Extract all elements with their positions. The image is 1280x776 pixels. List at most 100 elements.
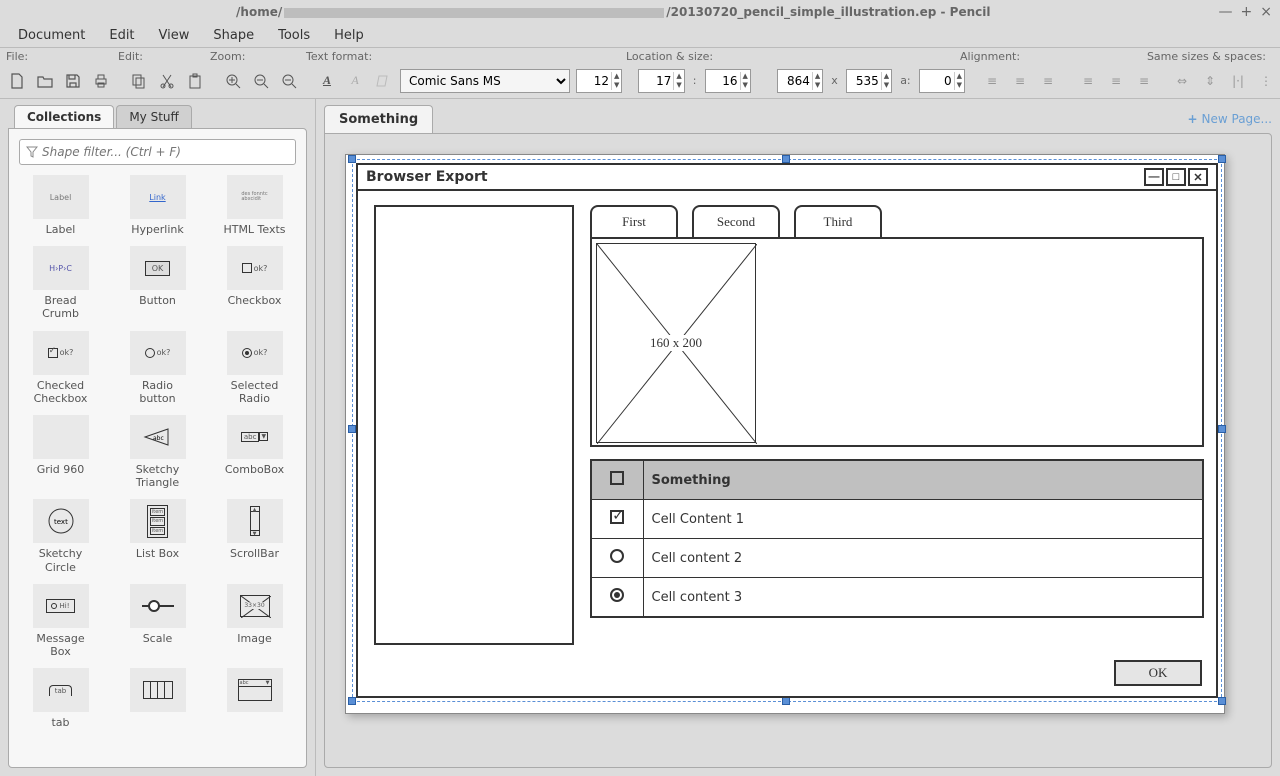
minimize-icon[interactable]: —: [1219, 4, 1233, 20]
shape-item[interactable]: Scale: [112, 584, 203, 658]
resize-handle[interactable]: [782, 697, 790, 705]
shape-label: HTML Texts: [223, 223, 285, 236]
same-height-icon[interactable]: ⇕: [1199, 70, 1221, 92]
shape-label: Label: [46, 223, 76, 236]
shape-item[interactable]: OKButton: [112, 246, 203, 320]
shape-item[interactable]: ▲▼ScrollBar: [209, 499, 300, 573]
shape-label: Radio button: [123, 379, 193, 405]
dist-v-icon[interactable]: ⋮: [1255, 70, 1277, 92]
size-w-input[interactable]: ▲▼: [777, 69, 823, 93]
save-file-icon[interactable]: [62, 70, 84, 92]
shape-item[interactable]: Hi!Message Box: [15, 584, 106, 658]
mock-minimize-icon: —: [1144, 168, 1164, 186]
shape-item[interactable]: Label Label: [15, 175, 106, 236]
align-top-icon[interactable]: ≡: [1077, 70, 1099, 92]
resize-handle[interactable]: [348, 155, 356, 163]
shape-item[interactable]: ok?Selected Radio: [209, 331, 300, 405]
zoom-reset-icon[interactable]: [250, 70, 272, 92]
print-icon[interactable]: [90, 70, 112, 92]
shape-label: Sketchy Circle: [26, 547, 96, 573]
resize-handle[interactable]: [782, 155, 790, 163]
resize-handle[interactable]: [1218, 425, 1226, 433]
svg-text:text: text: [54, 518, 68, 526]
shape-item[interactable]: ok?Checkbox: [209, 246, 300, 320]
shape-thumb: itemitemitem: [130, 499, 186, 543]
cut-icon[interactable]: [156, 70, 178, 92]
tab-collections[interactable]: Collections: [14, 105, 114, 128]
tab-mystuff[interactable]: My Stuff: [116, 105, 191, 128]
shape-item[interactable]: ✓ok?Checked Checkbox: [15, 331, 106, 405]
shape-thumb: abc▼: [227, 668, 283, 712]
resize-handle[interactable]: [348, 697, 356, 705]
shape-item[interactable]: des fonntcabxcidit HTML Texts: [209, 175, 300, 236]
open-file-icon[interactable]: [34, 70, 56, 92]
menu-document[interactable]: Document: [8, 26, 95, 45]
text-underline-icon[interactable]: [372, 70, 394, 92]
shape-label: Hyperlink: [131, 223, 184, 236]
mockup-left-panel: [374, 205, 574, 645]
close-icon[interactable]: ×: [1260, 4, 1272, 20]
angle-input[interactable]: ▲▼: [919, 69, 965, 93]
shape-label: Message Box: [26, 632, 96, 658]
shape-thumb: ok?: [227, 246, 283, 290]
resize-handle[interactable]: [348, 425, 356, 433]
shape-thumb: tab: [33, 668, 89, 712]
zoom-out-icon[interactable]: [278, 70, 300, 92]
align-middle-icon[interactable]: ≡: [1105, 70, 1127, 92]
shape-label: Image: [237, 632, 271, 645]
shape-item[interactable]: itemitemitemList Box: [112, 499, 203, 573]
shape-thumb: Label: [33, 175, 89, 219]
mockup-tab-third: Third: [794, 205, 882, 237]
shape-item[interactable]: ok?Radio button: [112, 331, 203, 405]
shape-item[interactable]: abc▼ComboBox: [209, 415, 300, 489]
shape-filter-input[interactable]: [42, 145, 289, 159]
align-left-icon[interactable]: ≡: [981, 70, 1003, 92]
align-center-icon[interactable]: ≡: [1009, 70, 1031, 92]
loc-x-input[interactable]: ▲▼: [638, 69, 684, 93]
copy-icon[interactable]: [128, 70, 150, 92]
new-page-button[interactable]: + New Page...: [1187, 112, 1272, 126]
resize-handle[interactable]: [1218, 697, 1226, 705]
canvas-viewport[interactable]: Browser Export — □ ✕ First Second Third: [324, 133, 1272, 768]
menu-edit[interactable]: Edit: [99, 26, 144, 45]
mockup-image-placeholder: 160 x 200: [596, 243, 756, 443]
mockup-cell: Cell content 2: [643, 539, 1203, 578]
new-file-icon[interactable]: [6, 70, 28, 92]
shape-thumb: des fonntcabxcidit: [227, 175, 283, 219]
font-size-input[interactable]: ▲▼: [576, 69, 622, 93]
page-tab[interactable]: Something: [324, 105, 433, 133]
shape-item[interactable]: abcSketchy Triangle: [112, 415, 203, 489]
menu-view[interactable]: View: [149, 26, 200, 45]
align-right-icon[interactable]: ≡: [1037, 70, 1059, 92]
mockup-window[interactable]: Browser Export — □ ✕ First Second Third: [356, 163, 1218, 698]
shapes-panel: LabelLabelLinkHyperlinkdes fonntcabxcidi…: [9, 175, 306, 767]
dist-h-icon[interactable]: |·|: [1227, 70, 1249, 92]
shape-item[interactable]: abc▼: [209, 668, 300, 729]
shape-item[interactable]: tabtab: [15, 668, 106, 729]
zoom-in-icon[interactable]: [222, 70, 244, 92]
maximize-icon[interactable]: +: [1241, 4, 1253, 20]
shape-item[interactable]: 33×30Image: [209, 584, 300, 658]
shape-item[interactable]: LinkHyperlink: [112, 175, 203, 236]
font-select[interactable]: Comic Sans MS: [400, 69, 570, 93]
menu-tools[interactable]: Tools: [268, 26, 320, 45]
same-width-icon[interactable]: ⇔: [1171, 70, 1193, 92]
shape-item[interactable]: Grid 960: [15, 415, 106, 489]
menu-shape[interactable]: Shape: [203, 26, 264, 45]
shape-item[interactable]: text Sketchy Circle: [15, 499, 106, 573]
resize-handle[interactable]: [1218, 155, 1226, 163]
text-italic-icon[interactable]: A: [344, 70, 366, 92]
text-bold-icon[interactable]: A: [316, 70, 338, 92]
shape-item[interactable]: H›P›CBread Crumb: [15, 246, 106, 320]
paste-icon[interactable]: [184, 70, 206, 92]
shape-item[interactable]: [112, 668, 203, 729]
mockup-table: Something Cell Content 1 Cell content 2 …: [590, 459, 1204, 618]
size-h-input[interactable]: ▲▼: [846, 69, 892, 93]
align-bottom-icon[interactable]: ≡: [1133, 70, 1155, 92]
loc-y-input[interactable]: ▲▼: [705, 69, 751, 93]
angle-label: a:: [898, 74, 912, 87]
shape-filter[interactable]: [19, 139, 296, 165]
page-canvas[interactable]: Browser Export — □ ✕ First Second Third: [345, 154, 1225, 714]
shape-thumb: ok?: [227, 331, 283, 375]
menu-help[interactable]: Help: [324, 26, 374, 45]
